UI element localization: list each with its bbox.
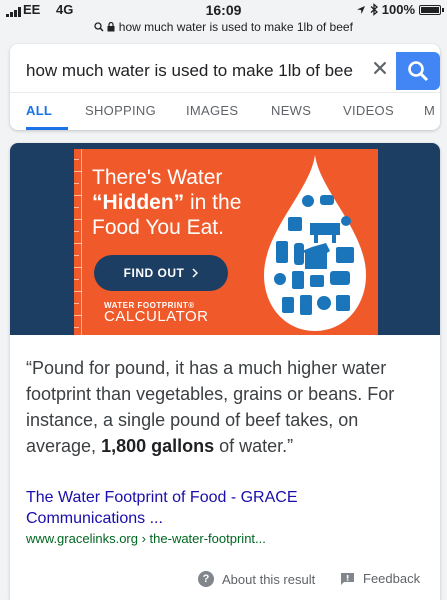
water-footprint-banner: There's Water “Hidden” in the Food You E… xyxy=(74,149,378,335)
search-input[interactable] xyxy=(26,54,366,88)
search-tabs: ALL SHOPPING IMAGES NEWS VIDEOS M xyxy=(10,92,440,130)
snippet-highlight: 1,800 gallons xyxy=(101,436,215,456)
tab-news[interactable]: NEWS xyxy=(271,103,311,118)
battery-percent: 100% xyxy=(381,2,415,17)
water-drop-icon xyxy=(264,155,366,331)
about-this-result-button[interactable]: ? About this result xyxy=(198,571,315,587)
banner-headline: There's Water “Hidden” in the Food You E… xyxy=(92,166,242,239)
water-footprint-logo: WATER FOOTPRINT® CALCULATOR xyxy=(104,301,209,325)
featured-snippet-card: There's Water “Hidden” in the Food You E… xyxy=(10,143,440,600)
search-card: ALL SHOPPING IMAGES NEWS VIDEOS M xyxy=(10,44,440,130)
feedback-button[interactable]: Feedback xyxy=(340,571,420,586)
result-url[interactable]: www.gracelinks.org › the-water-footprint… xyxy=(26,531,266,546)
find-out-button: FIND OUT xyxy=(94,255,228,291)
battery-icon xyxy=(419,4,444,15)
status-bar: EE 4G 16:09 100% how much water is used … xyxy=(0,0,447,44)
address-bar[interactable]: how much water is used to make 1lb of be… xyxy=(0,20,447,34)
address-url: how much water is used to make 1lb of be… xyxy=(118,20,353,34)
chevron-right-icon xyxy=(192,268,199,278)
feedback-icon xyxy=(341,572,354,585)
search-icon xyxy=(94,22,104,32)
snippet-quote: “Pound for pound, it has a much higher w… xyxy=(26,358,395,456)
tab-videos[interactable]: VIDEOS xyxy=(343,103,394,118)
tab-all[interactable]: ALL xyxy=(26,103,52,118)
result-image[interactable]: There's Water “Hidden” in the Food You E… xyxy=(10,143,440,335)
clear-search-button[interactable] xyxy=(368,56,392,80)
tab-more[interactable]: M xyxy=(424,103,435,118)
active-tab-indicator xyxy=(26,127,68,130)
location-arrow-icon xyxy=(356,5,365,14)
result-title-link[interactable]: The Water Footprint of Food - GRACE Comm… xyxy=(26,487,426,529)
lock-icon xyxy=(107,21,115,32)
search-button[interactable] xyxy=(396,52,440,90)
result-footer: ? About this result Feedback xyxy=(10,563,440,600)
search-icon xyxy=(408,61,429,82)
tab-images[interactable]: IMAGES xyxy=(186,103,238,118)
help-icon: ? xyxy=(198,571,214,587)
tab-shopping[interactable]: SHOPPING xyxy=(85,103,156,118)
close-icon xyxy=(373,61,387,75)
bluetooth-icon xyxy=(370,3,378,16)
ruler-decoration xyxy=(74,149,82,335)
